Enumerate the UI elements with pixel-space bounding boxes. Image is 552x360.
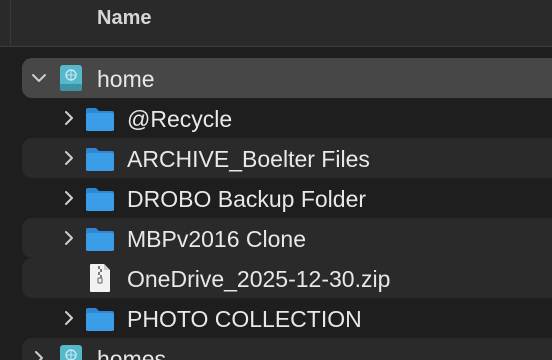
chevron-right-icon[interactable] [30,349,48,360]
folder-icon [85,305,115,333]
folder-icon [85,225,115,253]
chevron-right-icon[interactable] [60,189,78,207]
list-header: Name [0,0,552,47]
chevron-right-icon[interactable] [60,149,78,167]
list-item-label: @Recycle [127,106,233,132]
list-item-photo-collection[interactable]: PHOTO COLLECTION [22,298,552,338]
list-item-label: DROBO Backup Folder [127,186,367,212]
list-item-onedrive-zip[interactable]: OneDrive_2025-12-30.zip [22,258,552,298]
column-divider[interactable] [10,0,11,46]
list-item-label: MBPv2016 Clone [127,226,306,252]
list-item-label: PHOTO COLLECTION [127,306,362,332]
folder-icon [85,145,115,173]
chevron-right-icon[interactable] [60,109,78,127]
finder-window: Name home @Recycle ARCHIVE_Boelter Files [0,0,552,360]
network-volume-icon [56,64,82,92]
chevron-right-icon[interactable] [60,229,78,247]
chevron-down-icon[interactable] [30,69,48,87]
zip-file-icon [88,263,112,293]
network-volume-icon [56,344,82,360]
list-item-home[interactable]: home [22,58,552,98]
list-item-label: home [97,66,155,92]
list-item-drobo-backup-folder[interactable]: DROBO Backup Folder [22,178,552,218]
list-item-recycle[interactable]: @Recycle [22,98,552,138]
list-item-homes[interactable]: homes [22,338,552,360]
list-item-mbpv2016-clone[interactable]: MBPv2016 Clone [22,218,552,258]
list-item-label: homes [97,346,167,360]
chevron-right-icon[interactable] [60,309,78,327]
folder-icon [85,105,115,133]
list-item-label: OneDrive_2025-12-30.zip [127,266,391,292]
list-item-archive-boelter-files[interactable]: ARCHIVE_Boelter Files [22,138,552,178]
list-item-label: ARCHIVE_Boelter Files [127,146,370,172]
name-column-header[interactable]: Name [97,7,151,30]
folder-icon [85,185,115,213]
